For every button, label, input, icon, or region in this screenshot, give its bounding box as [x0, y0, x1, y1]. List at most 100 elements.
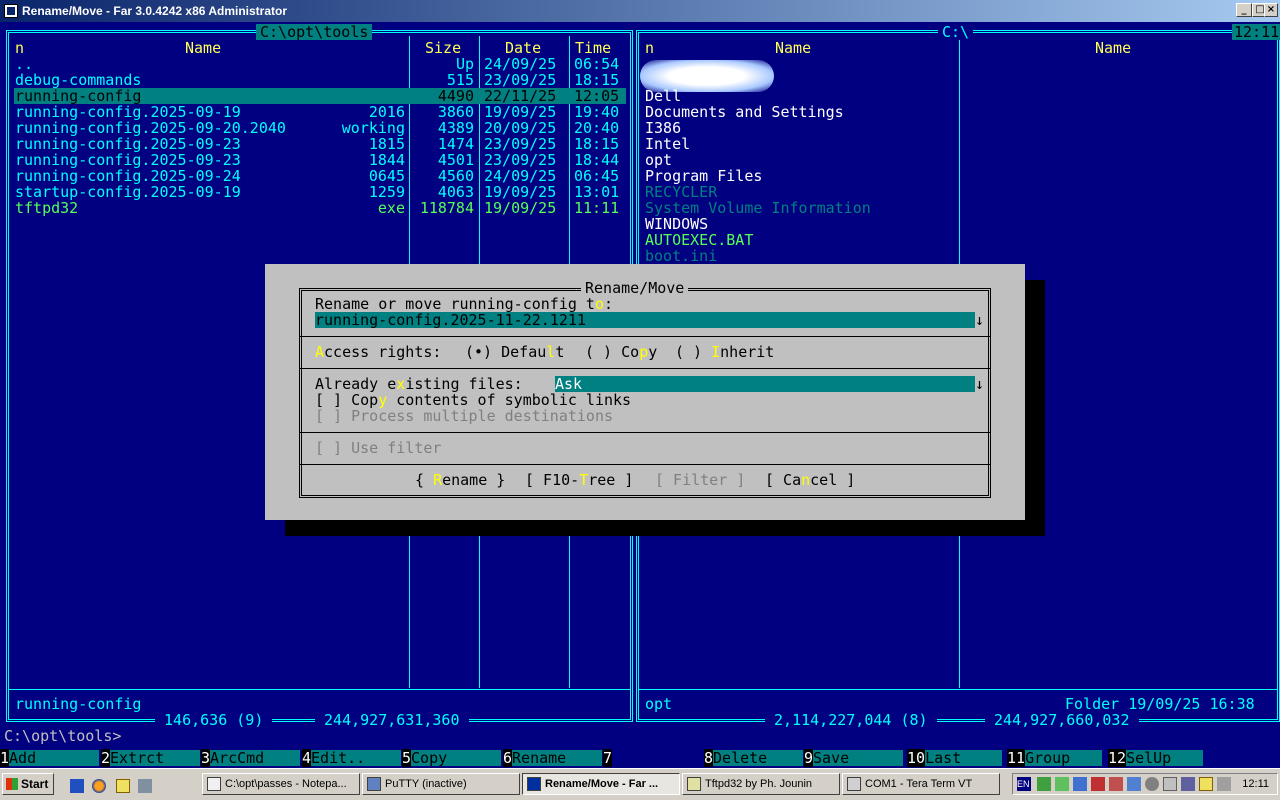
- function-key-bar[interactable]: 1Add 2Extrct 3ArcCmd 4Edit.. 5Copy 6Rename 7 8D…: [0, 749, 1280, 767]
- existing-files-select[interactable]: Ask: [555, 376, 975, 392]
- fkey-number: 7: [603, 749, 613, 767]
- access-inherit-radio[interactable]: ( ) Inherit: [675, 344, 774, 360]
- fkey-12[interactable]: 12SelUp: [1108, 749, 1204, 767]
- fkey-3[interactable]: 3ArcCmd: [201, 749, 301, 767]
- fkey-2[interactable]: 2Extrct: [101, 749, 201, 767]
- left-row-name[interactable]: startup-config.2025-09-19: [15, 184, 241, 200]
- use-filter-checkbox: [ ] Use filter: [315, 439, 442, 457]
- fkey-11[interactable]: 11Group: [1007, 749, 1103, 767]
- rename-button[interactable]: { Rename }: [415, 472, 505, 488]
- show-desktop-icon[interactable]: [70, 779, 84, 793]
- left-row-date: 20/09/25: [484, 119, 557, 137]
- window-titlebar[interactable]: Rename/Move - Far 3.0.4242 x86 Administr…: [0, 0, 1280, 22]
- right-row-name[interactable]: AUTOEXEC.BAT: [645, 232, 753, 248]
- task-app-icon: [847, 777, 861, 791]
- left-panel-free-space: 244,927,631,360: [315, 711, 469, 729]
- existing-files-arrow[interactable]: ↓: [975, 376, 984, 392]
- right-header-name-2[interactable]: Name: [1095, 40, 1131, 56]
- right-row-name[interactable]: opt: [645, 152, 672, 168]
- tray-clock-app-icon[interactable]: [1163, 777, 1177, 791]
- right-row-name[interactable]: Program Files: [645, 168, 762, 184]
- rename-target-input[interactable]: running-config.2025-11-22.1211: [315, 312, 975, 328]
- left-row-name[interactable]: debug-commands: [15, 72, 141, 88]
- left-row-date: 19/09/25: [484, 103, 557, 121]
- language-indicator[interactable]: EN: [1017, 777, 1031, 791]
- fkey-label: Edit..: [311, 750, 402, 766]
- fkey-number: 2: [101, 749, 111, 767]
- left-header-name[interactable]: Name: [185, 40, 221, 56]
- fkey-9[interactable]: 9Save: [804, 749, 904, 767]
- task-app-icon: [367, 777, 381, 791]
- left-row-size: 4560: [437, 167, 474, 185]
- tray-network-off-icon-2[interactable]: [1109, 777, 1123, 791]
- tray-disk-icon[interactable]: [1145, 777, 1159, 791]
- network-icon[interactable]: [138, 779, 152, 793]
- minimize-button[interactable]: _: [1236, 3, 1252, 17]
- dialog-title: Rename/Move: [581, 280, 689, 296]
- left-row-time: 18:15: [574, 71, 620, 89]
- left-row-time: 13:01: [574, 183, 620, 201]
- far-app-icon: [4, 4, 18, 18]
- left-panel-totals: 146,636 (9): [155, 711, 273, 729]
- f10-tree-button[interactable]: [ F10-Tree ]: [525, 472, 633, 488]
- fkey-1[interactable]: 1Add: [0, 749, 100, 767]
- start-button[interactable]: Start: [2, 773, 54, 795]
- right-panel-free-space: 244,927,660,032: [985, 711, 1139, 729]
- left-row-name[interactable]: tftpd32: [15, 200, 78, 216]
- fkey-label: Add: [9, 750, 100, 766]
- left-row-name[interactable]: running-config.2025-09-23: [15, 152, 241, 168]
- far-task-button[interactable]: Rename/Move - Far ...: [522, 773, 680, 795]
- tray-network-off-icon[interactable]: [1091, 777, 1105, 791]
- left-header-size[interactable]: Size: [425, 40, 461, 56]
- window-title: Rename/Move - Far 3.0.4242 x86 Administr…: [22, 4, 287, 18]
- command-line[interactable]: C:\opt\tools>: [4, 728, 121, 744]
- target-history-arrow[interactable]: ↓: [975, 312, 984, 328]
- fkey-5[interactable]: 5Copy: [402, 749, 502, 767]
- taskbar-clock[interactable]: 12:11: [1242, 774, 1269, 794]
- left-row-name[interactable]: ..: [15, 56, 33, 72]
- tray-volume-icon[interactable]: [1217, 777, 1231, 791]
- teraterm-task-button[interactable]: COM1 - Tera Term VT: [842, 773, 1000, 795]
- right-row-name[interactable]: I386: [645, 120, 681, 136]
- access-copy-radio[interactable]: ( ) Copy: [585, 344, 657, 360]
- notepad-task-button[interactable]: C:\opt\passes - Notepa...: [202, 773, 360, 795]
- tray-tftp-icon[interactable]: [1199, 777, 1213, 791]
- tftpd32-task-button[interactable]: Tftpd32 by Ph. Jounin: [682, 773, 840, 795]
- left-row-name[interactable]: running-config.2025-09-24: [15, 168, 241, 184]
- tray-connection-icon[interactable]: [1181, 777, 1195, 791]
- quicklaunch-folder-icon[interactable]: [116, 779, 130, 793]
- right-row-name[interactable]: RECYCLER: [645, 184, 717, 200]
- right-row-name[interactable]: Documents and Settings: [645, 104, 844, 120]
- left-row-size: 515: [446, 71, 474, 89]
- left-header-time[interactable]: Time: [575, 40, 611, 56]
- left-header-date[interactable]: Date: [505, 40, 541, 56]
- putty-task-button[interactable]: PuTTY (inactive): [362, 773, 520, 795]
- left-row-name[interactable]: running-config.2025-09-23: [15, 136, 241, 152]
- left-row-ext: 0645: [368, 167, 405, 185]
- close-button[interactable]: ×: [1264, 3, 1278, 17]
- right-row-name[interactable]: WINDOWS: [645, 216, 708, 232]
- right-row-name[interactable]: System Volume Information: [645, 200, 871, 216]
- tray-sync-icon[interactable]: [1055, 777, 1069, 791]
- left-row-date: 19/09/25: [484, 183, 557, 201]
- tray-app-icon[interactable]: [1037, 777, 1051, 791]
- tray-network-icon[interactable]: [1073, 777, 1087, 791]
- cancel-button[interactable]: [ Cancel ]: [765, 472, 855, 488]
- access-default-radio[interactable]: (•) Default: [465, 344, 564, 360]
- left-row-name[interactable]: running-config.2025-09-19: [15, 104, 241, 120]
- left-row-name[interactable]: running-config: [15, 88, 141, 104]
- fkey-6[interactable]: 6Rename: [503, 749, 603, 767]
- tray-monitor-icon[interactable]: [1127, 777, 1141, 791]
- fkey-10[interactable]: 10Last: [907, 749, 1003, 767]
- rename-move-dialog[interactable]: Rename/Move Rename or move running-confi…: [265, 264, 1025, 520]
- fkey-4[interactable]: 4Edit..: [302, 749, 402, 767]
- right-header-name[interactable]: Name: [775, 40, 811, 56]
- right-row-name[interactable]: Dell: [645, 88, 681, 104]
- right-row-name[interactable]: boot.ini: [645, 248, 717, 264]
- right-row-name[interactable]: Intel: [645, 136, 690, 152]
- left-row-name[interactable]: running-config.2025-09-20.2040: [15, 120, 286, 136]
- fkey-7[interactable]: 7: [603, 749, 702, 767]
- firefox-icon[interactable]: [92, 779, 106, 793]
- copy-symlinks-checkbox[interactable]: [ ] Copy contents of symbolic links: [315, 392, 631, 408]
- fkey-8[interactable]: 8Delete: [704, 749, 804, 767]
